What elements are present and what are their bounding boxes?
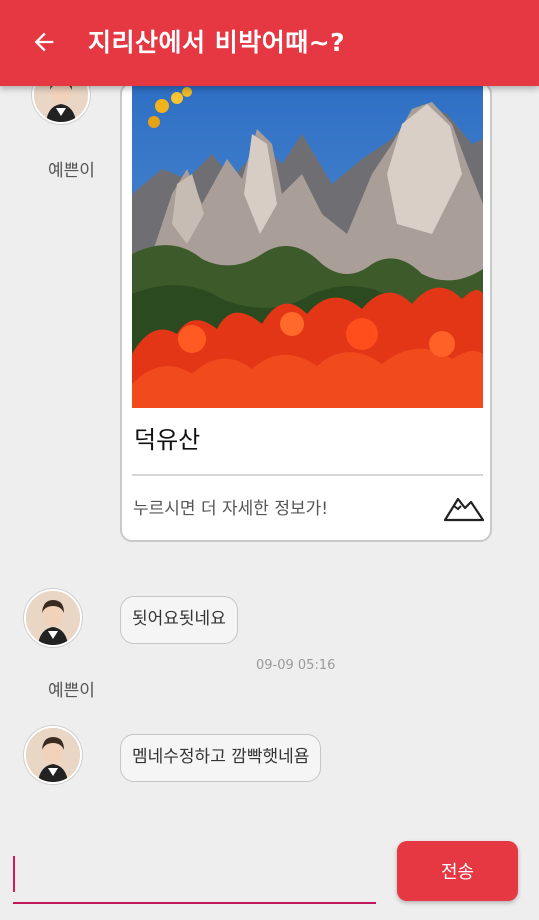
sender-name: 예쁜이 bbox=[48, 161, 95, 181]
message-bubble[interactable]: 됫어요됫네요 bbox=[120, 596, 238, 644]
mountain-photo bbox=[132, 86, 483, 408]
card-title: 덕유산 bbox=[134, 426, 201, 454]
text-cursor bbox=[13, 856, 15, 892]
message-bubble[interactable]: 멤네수정하고 깜빡햇네욤 bbox=[120, 734, 322, 782]
avatar[interactable] bbox=[32, 86, 90, 124]
send-button[interactable]: 전송 bbox=[397, 841, 518, 901]
message-input[interactable] bbox=[18, 852, 372, 898]
input-underline bbox=[13, 902, 376, 904]
mountain-info-card[interactable]: 덕유산 누르시면 더 자세한 정보가! bbox=[120, 86, 492, 542]
chat-message-list[interactable]: 예쁜이 덕유산 누르시면 더 자세한 정보가! 됫어요됫네요 09-09 05:… bbox=[0, 86, 539, 826]
back-button[interactable] bbox=[26, 24, 62, 60]
message-timestamp: 09-09 05:16 bbox=[256, 658, 336, 673]
card-description: 누르시면 더 자세한 정보가! bbox=[133, 499, 329, 519]
avatar[interactable] bbox=[24, 726, 82, 784]
app-bar: 지리산에서 비박어때~? bbox=[0, 0, 539, 86]
avatar[interactable] bbox=[24, 589, 82, 647]
mountain-icon bbox=[443, 497, 485, 522]
arrow-left-icon bbox=[34, 32, 54, 52]
sender-name: 예쁜이 bbox=[48, 681, 95, 701]
chat-room-title: 지리산에서 비박어때~? bbox=[88, 28, 346, 57]
card-divider bbox=[132, 474, 483, 476]
